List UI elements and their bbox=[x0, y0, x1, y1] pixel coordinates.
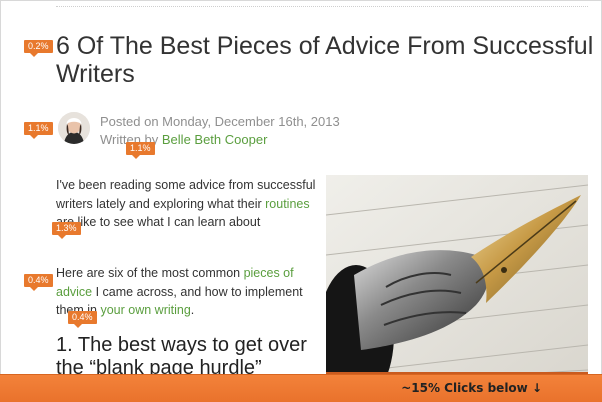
click-tag-writing: 0.4% bbox=[68, 311, 97, 328]
para2-text-a: Here are six of the most common bbox=[56, 266, 244, 280]
click-tag-author: 1.1% bbox=[126, 142, 155, 159]
author-avatar[interactable] bbox=[58, 112, 90, 144]
click-tag-advice: 0.4% bbox=[24, 274, 53, 291]
your-own-writing-link[interactable]: your own writing bbox=[100, 303, 190, 317]
scroll-clicks-bar: ~15% Clicks below ↓ bbox=[0, 374, 602, 402]
posted-prefix: Posted on bbox=[100, 114, 163, 129]
avatar-image bbox=[58, 112, 90, 144]
para2-text-c: . bbox=[190, 303, 195, 317]
posted-date: Monday, December 16th, 2013 bbox=[162, 114, 340, 129]
clicks-below-label: ~15% Clicks below ↓ bbox=[401, 381, 542, 395]
routines-link[interactable]: routines bbox=[265, 197, 309, 211]
click-tag-avatar: 1.1% bbox=[24, 122, 53, 139]
top-divider bbox=[56, 6, 588, 7]
article-title[interactable]: 6 Of The Best Pieces of Advice From Succ… bbox=[56, 32, 596, 88]
click-tag-title: 0.2% bbox=[24, 40, 53, 57]
posted-line: Posted on Monday, December 16th, 2013 bbox=[100, 114, 340, 129]
click-tag-routines: 1.3% bbox=[52, 222, 81, 239]
author-link[interactable]: Belle Beth Cooper bbox=[162, 132, 268, 147]
para1-text-b: are like to see what I can learn about bbox=[56, 215, 261, 229]
intro-paragraph: I've been reading some advice from succe… bbox=[56, 176, 316, 232]
fountain-pen-image bbox=[326, 175, 588, 382]
article-photo[interactable] bbox=[326, 175, 588, 382]
